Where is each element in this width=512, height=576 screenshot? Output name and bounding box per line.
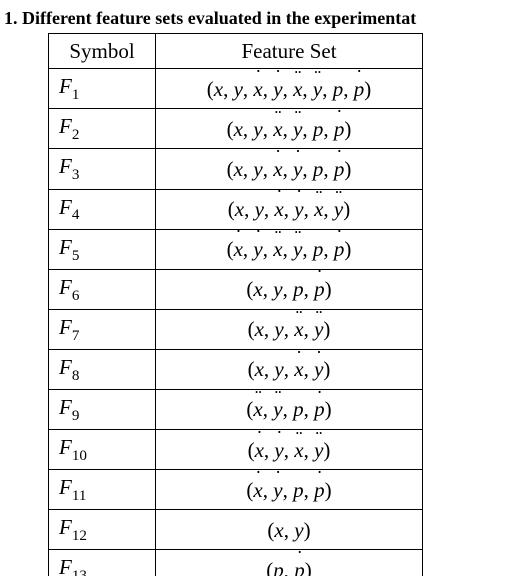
table-row: F6(x, y, p, p) — [49, 269, 423, 309]
feature-set-cell: (x, y, x, y, p, p) — [156, 229, 423, 269]
table-row: F2(x, y, x, y, p, p) — [49, 109, 423, 149]
table-row: F4(x, y, x, y, x, y) — [49, 189, 423, 229]
symbol-cell: F1 — [49, 69, 156, 109]
table-row: F11(x, y, p, p) — [49, 470, 423, 510]
table-row: F5(x, y, x, y, p, p) — [49, 229, 423, 269]
symbol-cell: F6 — [49, 269, 156, 309]
feature-set-cell: (x, y, x, y) — [156, 309, 423, 349]
symbol-cell: F5 — [49, 229, 156, 269]
table-row: F8(x, y, x, y) — [49, 349, 423, 389]
symbol-cell: F7 — [49, 309, 156, 349]
table-row: F13(p, p) — [49, 550, 423, 576]
feature-set-cell: (x, y, p, p) — [156, 470, 423, 510]
feature-set-cell: (x, y, x, y, p, p) — [156, 149, 423, 189]
feature-set-cell: (x, y, x, y) — [156, 349, 423, 389]
header-symbol: Symbol — [49, 34, 156, 69]
symbol-cell: F4 — [49, 189, 156, 229]
feature-set-table: Symbol Feature Set F1(x, y, x, y, x, y, … — [48, 33, 423, 576]
table-header-row: Symbol Feature Set — [49, 34, 423, 69]
table-row: F1(x, y, x, y, x, y, p, p) — [49, 69, 423, 109]
symbol-cell: F9 — [49, 390, 156, 430]
feature-set-cell: (x, y, x, y, x, y, p, p) — [156, 69, 423, 109]
table-row: F12(x, y) — [49, 510, 423, 550]
table-row: F10(x, y, x, y) — [49, 430, 423, 470]
feature-set-cell: (x, y, p, p) — [156, 390, 423, 430]
symbol-cell: F13 — [49, 550, 156, 576]
table-row: F7(x, y, x, y) — [49, 309, 423, 349]
symbol-cell: F8 — [49, 349, 156, 389]
table-caption: 1. Different feature sets evaluated in t… — [0, 8, 512, 29]
feature-set-cell: (x, y, x, y) — [156, 430, 423, 470]
symbol-cell: F3 — [49, 149, 156, 189]
feature-set-cell: (x, y) — [156, 510, 423, 550]
feature-set-cell: (x, y, x, y, p, p) — [156, 109, 423, 149]
feature-set-cell: (x, y, x, y, x, y) — [156, 189, 423, 229]
feature-set-cell: (p, p) — [156, 550, 423, 576]
table-row: F3(x, y, x, y, p, p) — [49, 149, 423, 189]
symbol-cell: F12 — [49, 510, 156, 550]
feature-set-cell: (x, y, p, p) — [156, 269, 423, 309]
symbol-cell: F11 — [49, 470, 156, 510]
symbol-cell: F10 — [49, 430, 156, 470]
table-row: F9(x, y, p, p) — [49, 390, 423, 430]
header-feature-set: Feature Set — [156, 34, 423, 69]
symbol-cell: F2 — [49, 109, 156, 149]
